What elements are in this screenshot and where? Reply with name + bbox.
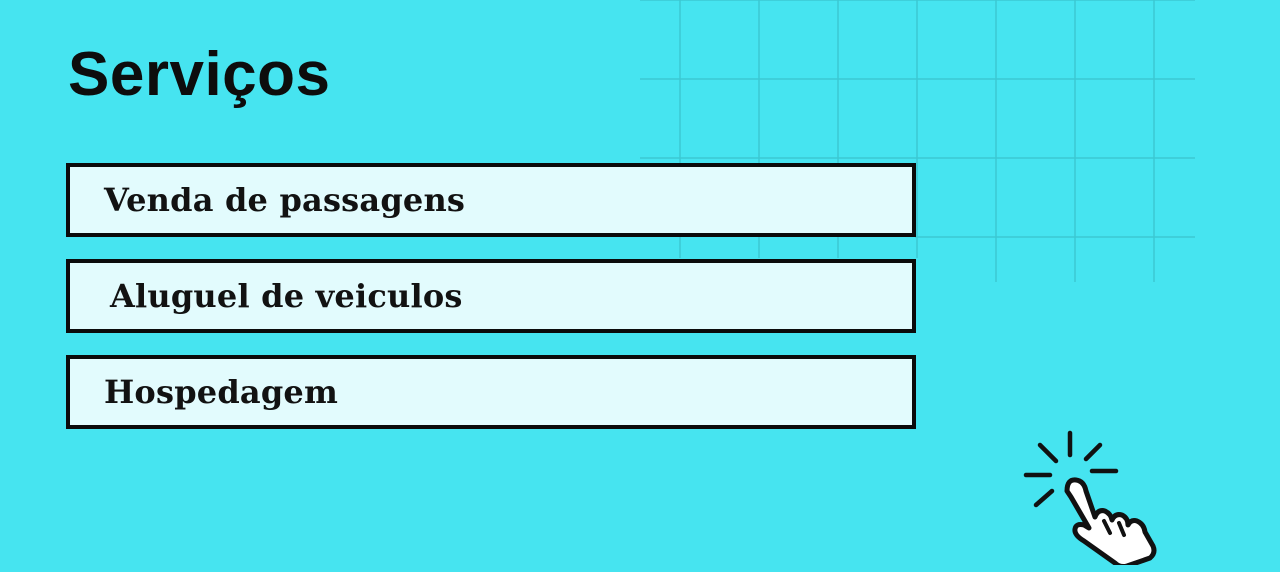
service-item-hospedagem[interactable]: Hospedagem: [66, 355, 916, 429]
service-item-label: Hospedagem: [104, 373, 339, 411]
page-title: Serviços: [68, 40, 331, 109]
service-item-venda-de-passagens[interactable]: Venda de passagens: [66, 163, 916, 237]
click-hand-icon: [1023, 430, 1157, 565]
service-item-label: Venda de passagens: [104, 181, 466, 219]
service-item-aluguel-de-veiculos[interactable]: Aluguel de veiculos: [66, 259, 916, 333]
services-list: Venda de passagens Aluguel de veiculos H…: [66, 163, 916, 451]
service-item-label: Aluguel de veiculos: [110, 277, 463, 315]
